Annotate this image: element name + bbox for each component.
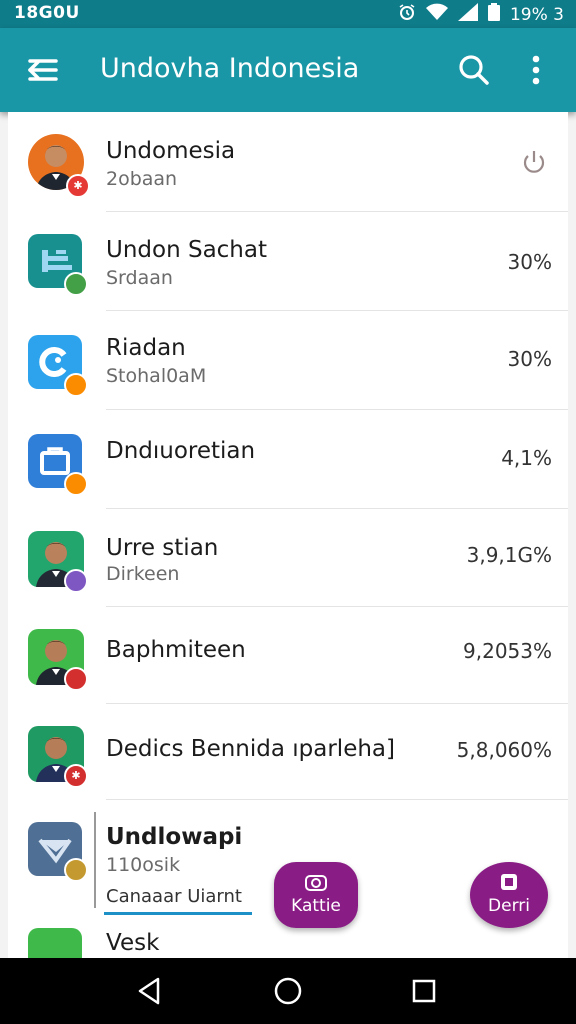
status-badge xyxy=(64,272,88,296)
status-badge xyxy=(64,373,88,397)
item-value: 3,9,1G% xyxy=(466,543,552,567)
item-title: Baphmiteen xyxy=(106,637,246,663)
list-item[interactable]: Dndıuoretian 4,1% xyxy=(8,410,568,509)
power-button[interactable] xyxy=(520,148,548,176)
text-input-value: Canaaar Uiarnt xyxy=(106,886,242,907)
more-vert-icon xyxy=(532,55,540,85)
app-icon xyxy=(28,928,82,958)
status-badge xyxy=(64,667,88,691)
list-item[interactable]: ✱ Dedics Bennida ıparleha] 5,8,060% xyxy=(8,704,568,800)
status-bar: 18G0U 19% 3 xyxy=(0,0,576,28)
item-value: 30% xyxy=(507,347,552,371)
search-button[interactable] xyxy=(456,52,492,88)
item-value: 30% xyxy=(507,250,552,274)
list-item[interactable]: Baphmiteen 9,2053% xyxy=(8,607,568,704)
list-item[interactable]: ✱ Undomesia 2obaan xyxy=(8,112,568,212)
kattie-button[interactable]: Kattie xyxy=(274,862,358,928)
item-value: 4,1% xyxy=(501,446,552,470)
battery-icon xyxy=(487,3,500,26)
status-badge: ✱ xyxy=(66,174,90,198)
menu-icon xyxy=(28,59,58,81)
status-badge xyxy=(64,569,88,593)
back-button[interactable] xyxy=(132,973,168,1009)
status-icons: 19% 3 xyxy=(398,3,564,26)
text-cursor-bar xyxy=(94,812,96,908)
recents-button[interactable] xyxy=(406,973,442,1009)
item-title: Dndıuoretian xyxy=(106,438,256,464)
home-button[interactable] xyxy=(270,973,306,1009)
status-badge xyxy=(64,472,88,496)
search-icon xyxy=(459,55,489,85)
item-title: Undon Sachat xyxy=(106,237,267,263)
derri-button[interactable]: Derri xyxy=(470,862,548,928)
item-title: Undomesia xyxy=(106,138,236,164)
item-subtitle: Stohal0aM xyxy=(106,365,207,387)
item-title: Dedics Bennida ıparleha] xyxy=(106,736,395,762)
list-item[interactable]: Urre stian Dirkeen 3,9,1G% xyxy=(8,509,568,607)
status-badge: ✱ xyxy=(64,764,88,788)
item-subtitle: Srdaan xyxy=(106,267,173,289)
power-icon xyxy=(523,151,545,173)
item-subtitle: 110osik xyxy=(106,854,181,876)
item-title: Undlowapi xyxy=(106,824,243,850)
list-item[interactable]: Riadan Stohal0aM 30% xyxy=(8,311,568,410)
camera-icon xyxy=(305,875,327,891)
wifi-icon xyxy=(425,3,448,26)
menu-button[interactable] xyxy=(26,52,62,88)
item-value: 5,8,060% xyxy=(456,738,552,762)
home-icon xyxy=(274,977,302,1005)
item-title: Riadan xyxy=(106,335,186,361)
status-time: 18G0U xyxy=(14,3,80,23)
alarm-icon xyxy=(398,3,416,26)
text-input[interactable]: Canaaar Uiarnt xyxy=(104,884,252,915)
item-subtitle: Dirkeen xyxy=(106,563,180,585)
app-bar: Undovha Indonesia xyxy=(0,28,576,112)
kattie-label: Kattie xyxy=(291,896,341,916)
list-item[interactable]: Undon Sachat Srdaan 30% xyxy=(8,212,568,311)
navigation-bar xyxy=(0,958,576,1024)
item-value: 9,2053% xyxy=(463,639,552,663)
item-title: Urre stian xyxy=(106,535,219,561)
more-options-button[interactable] xyxy=(518,52,554,88)
back-icon xyxy=(138,977,160,1005)
recents-icon xyxy=(412,979,436,1003)
derri-label: Derri xyxy=(488,896,530,916)
app-title: Undovha Indonesia xyxy=(100,53,360,84)
item-title: Vesk xyxy=(106,930,160,956)
signal-icon xyxy=(457,3,478,26)
item-subtitle: 2obaan xyxy=(106,168,178,190)
status-badge xyxy=(64,858,88,882)
app-list: ✱ Undomesia 2obaan Undon Sachat Srdaan 3… xyxy=(8,112,568,958)
battery-text: 19% 3 xyxy=(509,4,564,25)
square-icon xyxy=(501,874,517,890)
